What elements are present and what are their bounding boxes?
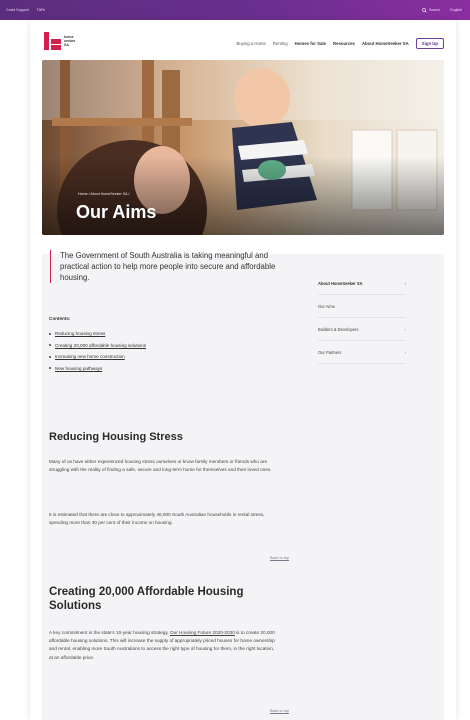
housing-future-link[interactable]: Our Housing Future 2020-2030	[170, 630, 235, 635]
toc-item[interactable]: Reducing housing stress	[49, 328, 146, 340]
sign-up-button[interactable]: Sign Up	[415, 38, 444, 49]
language-selector[interactable]: English	[450, 8, 462, 12]
search-label: Search	[428, 8, 441, 12]
breadcrumb[interactable]: Home / About HomeSeeker SA /	[78, 192, 129, 196]
section-paragraph: Many of us have either experienced housi…	[49, 459, 272, 473]
utility-bar: Covid Support TAFe Search English	[0, 0, 470, 20]
sidebar-item-partners[interactable]: Our Partners ›	[318, 341, 406, 364]
nav-homes-for-sale[interactable]: Homes for Sale	[295, 41, 326, 46]
section-paragraph: It is estimated that there are close to …	[49, 512, 265, 526]
search-button[interactable]: Search	[421, 7, 441, 13]
logo-mark-icon	[44, 32, 61, 50]
brand-line-3: SA	[64, 43, 69, 47]
toc-item[interactable]: New housing pathways	[49, 363, 146, 375]
bullet-icon	[49, 332, 51, 335]
brand-logo[interactable]: home seeker SA	[44, 32, 75, 50]
toc-item[interactable]: Increasing new home construction	[49, 351, 146, 363]
bullet-icon	[49, 355, 51, 358]
nav-about-homeseeker[interactable]: About HomeSeeker SA	[362, 41, 409, 46]
tafe-link[interactable]: TAFe	[37, 8, 46, 12]
section-heading-affordable-housing: Creating 20,000 Affordable Housing Solut…	[49, 586, 244, 612]
sidebar-nav: About HomeSeeker SA › Our Aims Builders …	[318, 272, 406, 364]
page-title: Our Aims	[76, 202, 157, 222]
bullet-icon	[49, 367, 51, 370]
chevron-right-icon: ›	[404, 349, 407, 355]
section-heading-housing-stress: Reducing Housing Stress	[49, 431, 183, 443]
search-icon	[421, 7, 427, 13]
nav-resources[interactable]: Resources	[333, 41, 355, 46]
toc-item[interactable]: Creating 20,000 affordable housing solut…	[49, 340, 146, 352]
sidebar-item-about[interactable]: About HomeSeeker SA ›	[318, 272, 406, 295]
back-to-top-link[interactable]: Back to top	[270, 556, 289, 560]
bullet-icon	[49, 344, 51, 347]
back-to-top-link[interactable]: Back to top	[270, 709, 289, 713]
chevron-right-icon: ›	[404, 326, 407, 332]
main-nav: Buying a Home Renting Homes for Sale Res…	[236, 38, 444, 49]
hero-banner: Home / About HomeSeeker SA / Our Aims	[42, 60, 444, 235]
sidebar-item-our-aims[interactable]: Our Aims	[318, 295, 406, 318]
chevron-right-icon: ›	[404, 280, 407, 286]
sidebar-item-builders[interactable]: Builders & Developers ›	[318, 318, 406, 341]
table-of-contents: Reducing housing stress Creating 20,000 …	[49, 328, 146, 374]
covid-support-link[interactable]: Covid Support	[6, 8, 29, 12]
intro-quote: The Government of South Australia is tak…	[50, 250, 285, 283]
section-paragraph: A key commitment in the state's 10-year …	[49, 630, 275, 660]
nav-buying-a-home[interactable]: Buying a Home	[236, 41, 265, 46]
contents-heading: Contents:	[49, 316, 71, 321]
nav-renting[interactable]: Renting	[273, 41, 288, 46]
